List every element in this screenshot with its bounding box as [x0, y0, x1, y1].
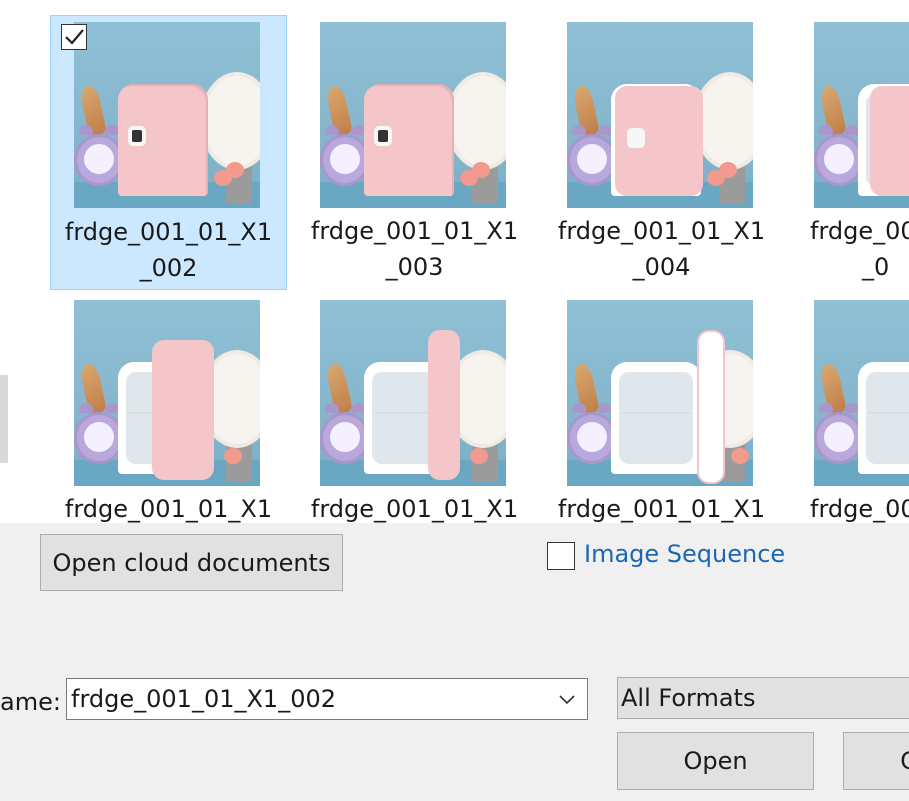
file-tile[interactable]: frdge_00 — [790, 293, 909, 523]
file-name-line1: frdge_00 — [810, 495, 909, 523]
file-tile[interactable]: frdge_001_01_X1 — [296, 293, 533, 523]
image-sequence-label[interactable]: Image Sequence — [584, 534, 785, 574]
file-name-line2: _003 — [385, 253, 444, 281]
cancel-button-label: C — [900, 747, 909, 775]
thumbnail — [74, 22, 260, 208]
file-name-label: ame: — [0, 688, 61, 716]
file-name-line2: _004 — [632, 253, 691, 281]
thumbnail — [320, 300, 506, 486]
image-sequence-checkbox[interactable] — [547, 542, 575, 570]
thumbnail — [567, 22, 753, 208]
file-name-line1: frdge_00 — [810, 217, 909, 245]
file-name-line2: _002 — [139, 254, 198, 282]
chevron-down-icon[interactable] — [557, 679, 577, 719]
file-tile[interactable]: frdge_001_01_X1 _002 — [50, 15, 287, 290]
thumbnail — [814, 22, 909, 208]
file-type-value: All Formats — [621, 684, 756, 712]
file-tile[interactable]: frdge_00 _0 — [790, 15, 909, 290]
thumbnail — [814, 300, 909, 486]
file-name-line2: _0 — [862, 253, 890, 281]
file-name-line1: frdge_001_01_X1 — [64, 495, 273, 523]
thumbnail — [74, 300, 260, 486]
checkmark-icon — [65, 29, 84, 45]
file-name-line1: frdge_001_01_X1 — [64, 218, 273, 246]
open-button[interactable]: Open — [617, 732, 814, 790]
file-name-value: frdge_001_01_X1_002 — [71, 685, 336, 713]
file-tile[interactable]: frdge_001_01_X1 — [50, 293, 287, 523]
open-cloud-documents-button[interactable]: Open cloud documents — [40, 534, 343, 591]
selection-checkbox[interactable] — [61, 24, 87, 50]
file-name-line1: frdge_001_01_X1 — [310, 495, 519, 523]
file-grid: frdge_001_01_X1 _002 frdge_001_01_X1 _00… — [10, 0, 909, 523]
file-name-line1: frdge_001_01_X1 — [557, 217, 766, 245]
file-name-line1: frdge_001_01_X1 — [310, 217, 519, 245]
file-name-combobox[interactable]: frdge_001_01_X1_002 — [66, 678, 588, 720]
file-tile[interactable]: frdge_001_01_X1 _004 — [543, 15, 780, 290]
thumbnail — [320, 22, 506, 208]
thumbnail — [567, 300, 753, 486]
file-name-line1: frdge_001_01_X1 — [557, 495, 766, 523]
file-type-dropdown[interactable]: All Formats — [617, 677, 909, 719]
cancel-button[interactable]: C — [843, 732, 909, 790]
file-tile[interactable]: frdge_001_01_X1 — [543, 293, 780, 523]
file-tile[interactable]: frdge_001_01_X1 _003 — [296, 15, 533, 290]
left-pane-scrollbar-thumb[interactable] — [0, 375, 8, 463]
